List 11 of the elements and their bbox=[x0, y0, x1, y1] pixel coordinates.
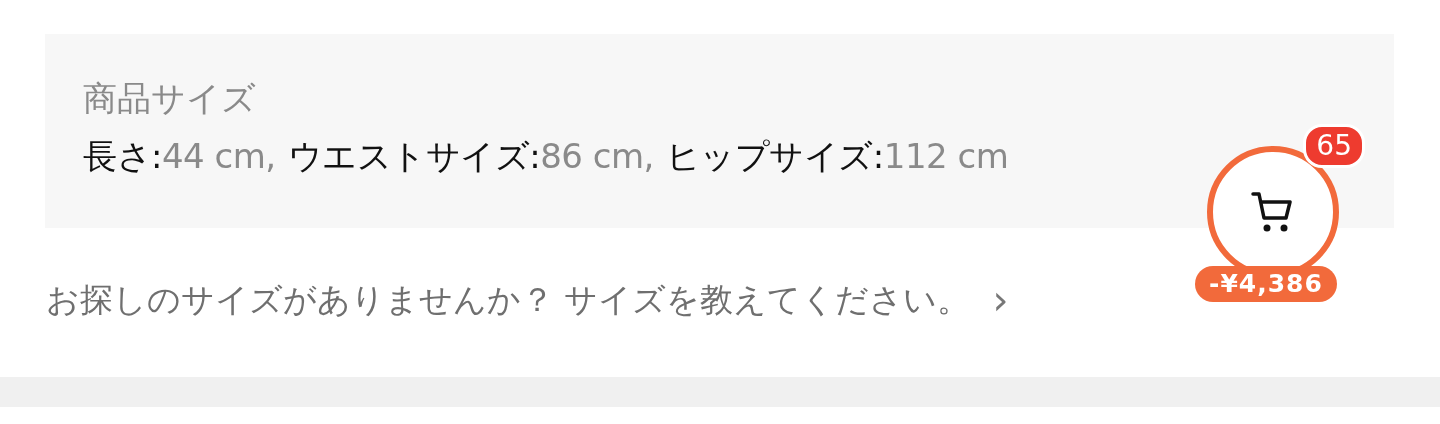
measurement-label: ヒップサイズ: bbox=[665, 136, 884, 176]
measurement-label: ウエストサイズ: bbox=[287, 136, 541, 176]
measurement-value: 86 cm, bbox=[540, 136, 654, 176]
cart-button[interactable]: 65 -¥4,386 bbox=[1195, 124, 1365, 314]
measurement-label: 長さ: bbox=[83, 136, 162, 176]
size-title: 商品サイズ bbox=[83, 77, 257, 120]
size-request-link[interactable]: お探しのサイズがありませんか？ サイズを教えてください。 › bbox=[46, 278, 1009, 322]
measurement-value: 112 cm bbox=[883, 136, 1009, 176]
measurement-value: 44 cm, bbox=[161, 136, 276, 176]
cart-count-badge: 65 bbox=[1303, 124, 1365, 168]
discount-badge: -¥4,386 bbox=[1195, 266, 1337, 302]
